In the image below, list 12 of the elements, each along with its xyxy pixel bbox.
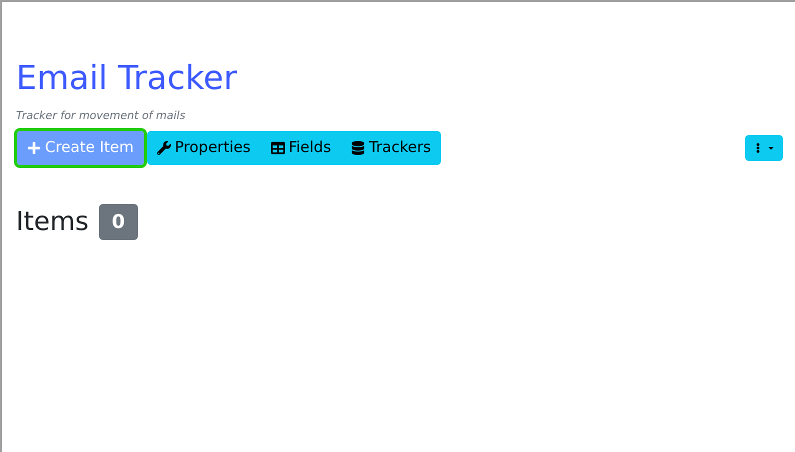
page-subtitle: Tracker for movement of mails: [16, 108, 186, 124]
wrench-icon: [156, 140, 171, 154]
toolbar-button[interactable]: Properties: [146, 130, 261, 164]
page-title: Email Tracker: [16, 58, 238, 98]
count-badge: 0: [98, 204, 138, 240]
table-icon: [270, 140, 285, 154]
section-title: Items: [16, 206, 89, 238]
toolbar-button[interactable]: Fields: [260, 130, 342, 164]
database-icon: [351, 140, 366, 154]
more-menu-button[interactable]: [745, 134, 783, 160]
plus-icon: [27, 140, 41, 154]
toolbar-button[interactable]: Trackers: [341, 130, 441, 164]
